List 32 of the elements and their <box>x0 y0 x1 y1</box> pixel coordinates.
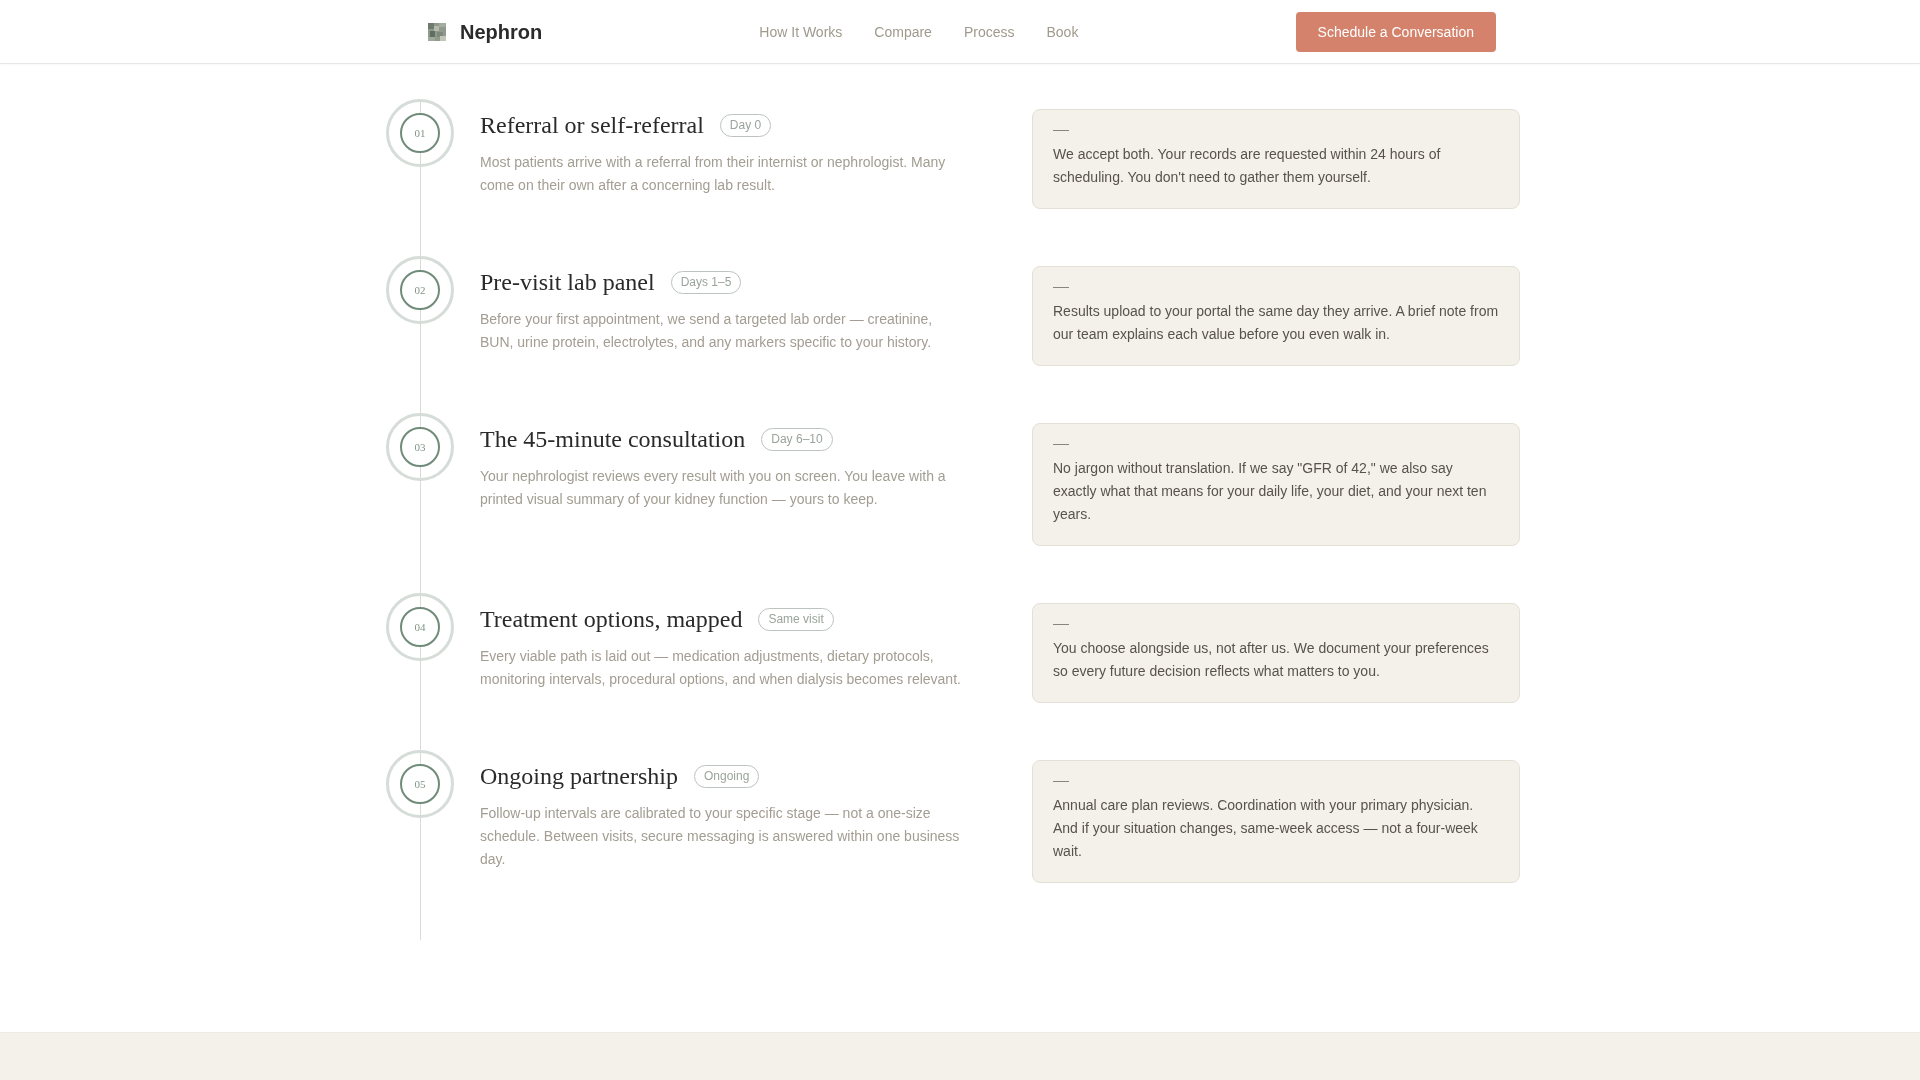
dash-icon <box>1053 444 1069 445</box>
step-number: 01 <box>400 113 440 153</box>
step-description: Most patients arrive with a referral from their internist or nephrologist. Many come on their own after a concerning lab result. <box>480 153 947 195</box>
note-text: No jargon without translation. If we say "GFR of 42," we also say exactly what that means for your daily life, your diet, and your next ten years. <box>1053 459 1488 524</box>
step-title: Treatment options, mapped <box>480 605 743 634</box>
step-description: Every viable path is laid out — medication adjustments, dietary protocols, monitoring intervals, procedural options, and when dialysis becomes relevant. <box>480 647 962 689</box>
nav-link[interactable]: Compare <box>874 22 932 41</box>
step-description: Before your first appointment, we send a targeted lab order — creatinine, BUN, urine protein, electrolytes, and any markers specific to your history. <box>480 310 934 352</box>
step-number: 04 <box>400 607 440 647</box>
nav-link[interactable]: Process <box>963 22 1015 41</box>
note-text: You choose alongside us, not after us. We document your preferences so every future decision reflects what matters to you. <box>1053 639 1490 681</box>
dash-icon <box>1053 130 1069 131</box>
step-title: Ongoing partnership <box>480 762 678 791</box>
logo-icon <box>428 22 446 41</box>
nav-link[interactable]: Book <box>1046 22 1079 41</box>
step-description: Follow-up intervals are calibrated to your specific stage — not a one-size schedule. Between visits, secure messaging is answered within one business day. <box>480 804 961 869</box>
step-number: 05 <box>400 764 440 804</box>
note-text: Results upload to your portal the same day they arrive. A brief note from our team explains each value before you even walk in. <box>1053 302 1499 344</box>
step-title: Pre-visit lab panel <box>480 268 655 297</box>
step-number: 03 <box>400 427 440 467</box>
nav-link[interactable]: How It Works <box>759 22 843 41</box>
step-title: Referral or self-referral <box>480 111 704 140</box>
schedule-button[interactable]: Schedule a Conversation <box>1295 11 1496 52</box>
note-text: We accept both. Your records are requested within 24 hours of scheduling. You don't need to gather them yourself. <box>1053 145 1442 187</box>
step-description: Your nephrologist reviews every result with you on screen. You leave with a printed visual summary of your kidney function — yours to keep. <box>480 467 947 509</box>
note-text: Annual care plan reviews. Coordination with your primary physician. And if your situation changes, same-week access — not a four-week wait. <box>1053 796 1479 861</box>
dash-icon <box>1053 781 1069 782</box>
dash-icon <box>1053 624 1069 625</box>
dash-icon <box>1053 287 1069 288</box>
step-number: 02 <box>400 270 440 310</box>
step-title: The 45-minute consultation <box>480 425 746 454</box>
brand-link[interactable]: Nephron <box>428 19 543 44</box>
